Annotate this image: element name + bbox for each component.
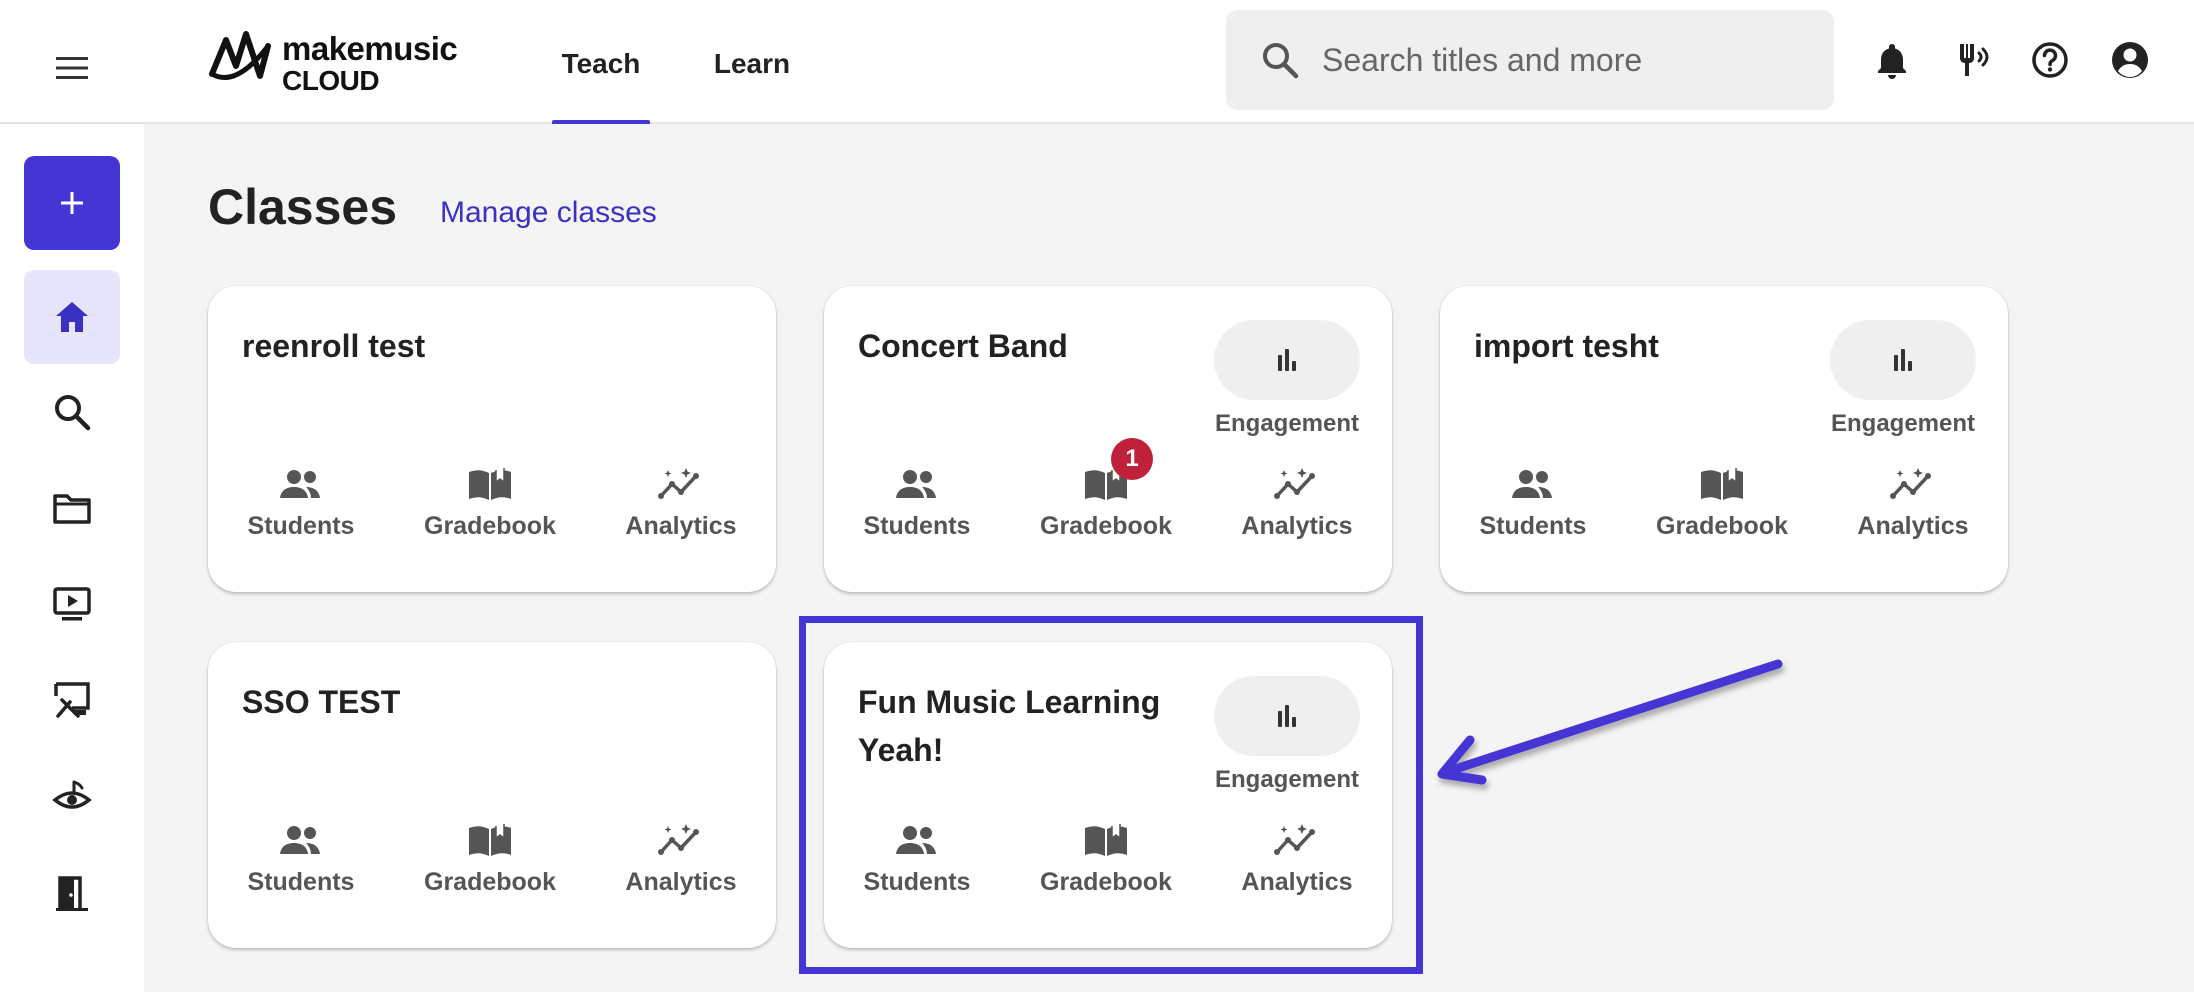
gradebook-label: Gradebook [1040,512,1172,540]
analytics-button[interactable]: Analytics [1222,464,1372,541]
search-bar[interactable] [1226,10,1834,110]
tuning-fork-icon[interactable] [1952,40,1992,80]
analytics-icon [658,468,699,499]
analytics-button[interactable]: Analytics [1838,464,1988,541]
gradebook-label: Gradebook [1656,512,1788,540]
class-card-import-tesht[interactable]: import tesht Engagement Students Gradebo… [1440,286,2008,592]
analytics-icon [1274,468,1315,499]
bell-icon[interactable] [1872,40,1912,80]
analytics-button[interactable]: Analytics [606,464,756,541]
makemusic-logo[interactable]: makemusic CLOUD [206,26,472,96]
gradebook-button[interactable]: 1 Gradebook [1031,438,1181,541]
people-icon [1512,470,1552,498]
class-title[interactable]: reenroll test [242,322,572,370]
bar-chart-icon [1894,349,1912,371]
help-icon[interactable] [2030,40,2070,80]
folder-icon[interactable] [52,488,92,528]
students-button[interactable]: Students [1458,464,1608,541]
engagement-button[interactable]: Engagement [1212,320,1362,438]
door-icon[interactable] [52,874,92,914]
students-button[interactable]: Students [842,464,992,541]
people-icon [280,826,320,854]
account-icon[interactable] [2110,40,2150,80]
manage-classes-link[interactable]: Manage classes [440,196,657,230]
class-card-reenroll-test[interactable]: reenroll test Students Gradebook Analyti… [208,286,776,592]
logo-line1: makemusic [282,30,458,67]
logo-mark-icon [209,31,271,80]
search-icon [1263,43,1299,79]
play-screen-icon[interactable] [52,584,92,624]
book-icon [1701,468,1743,500]
notification-badge: 1 [1111,438,1153,480]
gradebook-button[interactable]: Gradebook [1647,464,1797,541]
students-label: Students [247,868,355,896]
home-icon [56,302,88,332]
students-label: Students [863,512,971,540]
students-button[interactable]: Students [226,464,376,541]
class-card-sso-test[interactable]: SSO TEST Students Gradebook Analytics [208,642,776,948]
analytics-label: Analytics [625,512,737,540]
engagement-label: Engagement [1214,410,1360,437]
gradebook-label: Gradebook [424,512,556,540]
menu-icon[interactable] [54,54,90,82]
people-icon [280,470,320,498]
gradebook-button[interactable]: Gradebook [415,464,565,541]
tab-teach[interactable]: Teach [552,0,650,124]
bar-chart-icon [1278,349,1296,371]
search-input[interactable] [1320,40,1794,80]
engagement-button[interactable]: Engagement [1828,320,1978,438]
people-icon [896,470,936,498]
analytics-label: Analytics [1241,512,1353,540]
analytics-label: Analytics [1857,512,1969,540]
engagement-label: Engagement [1830,410,1976,437]
page-title: Classes [208,179,398,235]
arrow-annotation [1437,659,1783,785]
sidebar-item-home[interactable] [24,270,120,364]
analytics-button[interactable]: Analytics [606,820,756,897]
analytics-label: Analytics [625,868,737,896]
easel-icon[interactable] [52,680,92,720]
add-button[interactable] [24,156,120,250]
students-button[interactable]: Students [226,820,376,897]
students-label: Students [1479,512,1587,540]
highlight-box [799,616,1423,974]
class-title[interactable]: SSO TEST [242,678,572,726]
gradebook-label: Gradebook [424,868,556,896]
search-icon[interactable] [52,392,92,432]
plus-icon [61,192,83,214]
class-title[interactable]: import tesht [1474,322,1804,370]
top-bar: makemusic CLOUD Teach Learn [0,0,2194,124]
tab-learn[interactable]: Learn [702,0,802,124]
class-title[interactable]: Concert Band [858,322,1188,370]
analytics-icon [658,824,699,855]
book-icon [469,468,511,500]
class-card-concert-band[interactable]: Concert Band Engagement Students 1 Grade… [824,286,1392,592]
analytics-icon [1890,468,1931,499]
logo-line2: CLOUD [282,65,380,96]
students-label: Students [247,512,355,540]
book-icon [469,824,511,856]
ear-eye-icon[interactable] [52,778,92,818]
gradebook-button[interactable]: Gradebook [415,820,565,897]
sidebar [0,124,144,992]
